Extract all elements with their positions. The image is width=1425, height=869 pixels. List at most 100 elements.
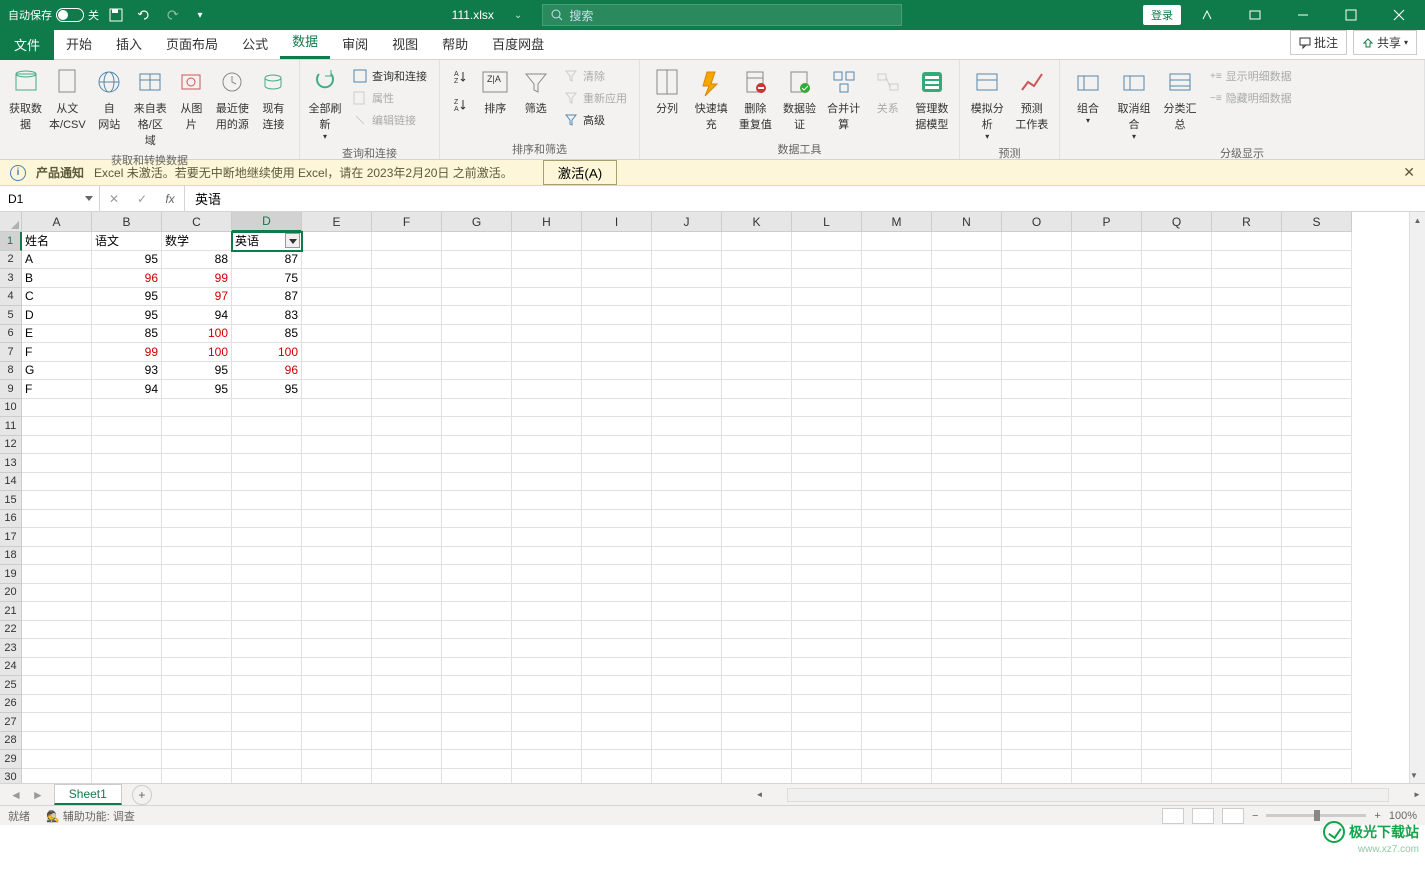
cell[interactable]: [932, 769, 1002, 784]
cell[interactable]: [232, 769, 302, 784]
cell[interactable]: [1282, 325, 1352, 344]
cell[interactable]: [442, 232, 512, 251]
cell[interactable]: [92, 473, 162, 492]
cell[interactable]: [1072, 658, 1142, 677]
cell[interactable]: 94: [162, 306, 232, 325]
column-header[interactable]: E: [302, 212, 372, 232]
cell[interactable]: [652, 251, 722, 270]
advanced-filter-button[interactable]: 高级: [559, 110, 631, 130]
row-header[interactable]: 6: [0, 325, 22, 344]
cell[interactable]: [792, 399, 862, 418]
cell[interactable]: [232, 695, 302, 714]
cell[interactable]: [372, 713, 442, 732]
cell[interactable]: [582, 491, 652, 510]
cell[interactable]: [92, 769, 162, 784]
cell[interactable]: 数学: [162, 232, 232, 251]
cell[interactable]: [232, 417, 302, 436]
cell[interactable]: [92, 695, 162, 714]
cell[interactable]: [862, 399, 932, 418]
cell[interactable]: [372, 491, 442, 510]
cell[interactable]: [442, 565, 512, 584]
cell[interactable]: [232, 528, 302, 547]
cell[interactable]: [302, 325, 372, 344]
column-header[interactable]: N: [932, 212, 1002, 232]
cell[interactable]: [1282, 380, 1352, 399]
cell[interactable]: [442, 362, 512, 381]
cell[interactable]: [652, 362, 722, 381]
sort-desc-button[interactable]: ZA: [448, 94, 472, 114]
zoom-out-button[interactable]: −: [1252, 810, 1258, 822]
cell[interactable]: [652, 658, 722, 677]
row-header[interactable]: 16: [0, 510, 22, 529]
cell[interactable]: [92, 713, 162, 732]
row-header[interactable]: 15: [0, 491, 22, 510]
cell[interactable]: [1282, 621, 1352, 640]
cell[interactable]: [162, 547, 232, 566]
cell[interactable]: [1282, 510, 1352, 529]
enter-formula-button[interactable]: ✓: [128, 186, 156, 211]
cell[interactable]: [372, 399, 442, 418]
cell[interactable]: [1002, 306, 1072, 325]
ribbon-display-icon[interactable]: [1233, 1, 1277, 29]
from-web-button[interactable]: 自网站: [90, 64, 129, 134]
from-table-button[interactable]: 来自表格/区域: [131, 64, 170, 150]
from-textcsv-button[interactable]: 从文本/CSV: [47, 64, 88, 134]
cell[interactable]: [302, 343, 372, 362]
cell[interactable]: [722, 732, 792, 751]
cell[interactable]: [932, 325, 1002, 344]
cell[interactable]: [372, 288, 442, 307]
cell[interactable]: [722, 639, 792, 658]
cell[interactable]: [372, 473, 442, 492]
cell[interactable]: [232, 658, 302, 677]
cell[interactable]: [1072, 769, 1142, 784]
cell[interactable]: [162, 565, 232, 584]
cell[interactable]: [722, 769, 792, 784]
cell[interactable]: [862, 380, 932, 399]
cell[interactable]: [512, 269, 582, 288]
cell[interactable]: [512, 436, 582, 455]
cell[interactable]: [862, 639, 932, 658]
cell[interactable]: [1212, 288, 1282, 307]
cell[interactable]: [652, 547, 722, 566]
cell[interactable]: [302, 639, 372, 658]
cell[interactable]: [1002, 565, 1072, 584]
cell[interactable]: [162, 510, 232, 529]
cell[interactable]: [1212, 251, 1282, 270]
cell[interactable]: [1142, 473, 1212, 492]
cell[interactable]: [862, 769, 932, 784]
cell[interactable]: [372, 454, 442, 473]
cell[interactable]: [792, 639, 862, 658]
cell[interactable]: [372, 417, 442, 436]
cell[interactable]: [442, 584, 512, 603]
cell[interactable]: [1282, 695, 1352, 714]
cell[interactable]: [1142, 510, 1212, 529]
cell[interactable]: [442, 399, 512, 418]
cell[interactable]: [792, 491, 862, 510]
cell[interactable]: [372, 769, 442, 784]
subtotal-button[interactable]: 分类汇总: [1158, 64, 1202, 134]
cell[interactable]: [512, 565, 582, 584]
cell[interactable]: [1072, 491, 1142, 510]
cell[interactable]: [1282, 658, 1352, 677]
row-header[interactable]: 11: [0, 417, 22, 436]
cell[interactable]: [792, 658, 862, 677]
cell[interactable]: D: [22, 306, 92, 325]
cell[interactable]: [372, 528, 442, 547]
cell[interactable]: [1282, 269, 1352, 288]
cell[interactable]: [1072, 602, 1142, 621]
cell[interactable]: [442, 269, 512, 288]
cell[interactable]: [1142, 732, 1212, 751]
sort-asc-button[interactable]: AZ: [448, 66, 472, 86]
cell[interactable]: [1212, 639, 1282, 658]
cell[interactable]: [722, 602, 792, 621]
cell[interactable]: [1142, 325, 1212, 344]
cell[interactable]: [1002, 713, 1072, 732]
refresh-all-button[interactable]: 全部刷新▾: [306, 64, 344, 143]
cell[interactable]: [1212, 621, 1282, 640]
cell[interactable]: [22, 528, 92, 547]
cell[interactable]: [1282, 491, 1352, 510]
tab-insert[interactable]: 插入: [104, 28, 154, 59]
cell[interactable]: [722, 306, 792, 325]
cell[interactable]: 83: [232, 306, 302, 325]
cell[interactable]: 85: [92, 325, 162, 344]
